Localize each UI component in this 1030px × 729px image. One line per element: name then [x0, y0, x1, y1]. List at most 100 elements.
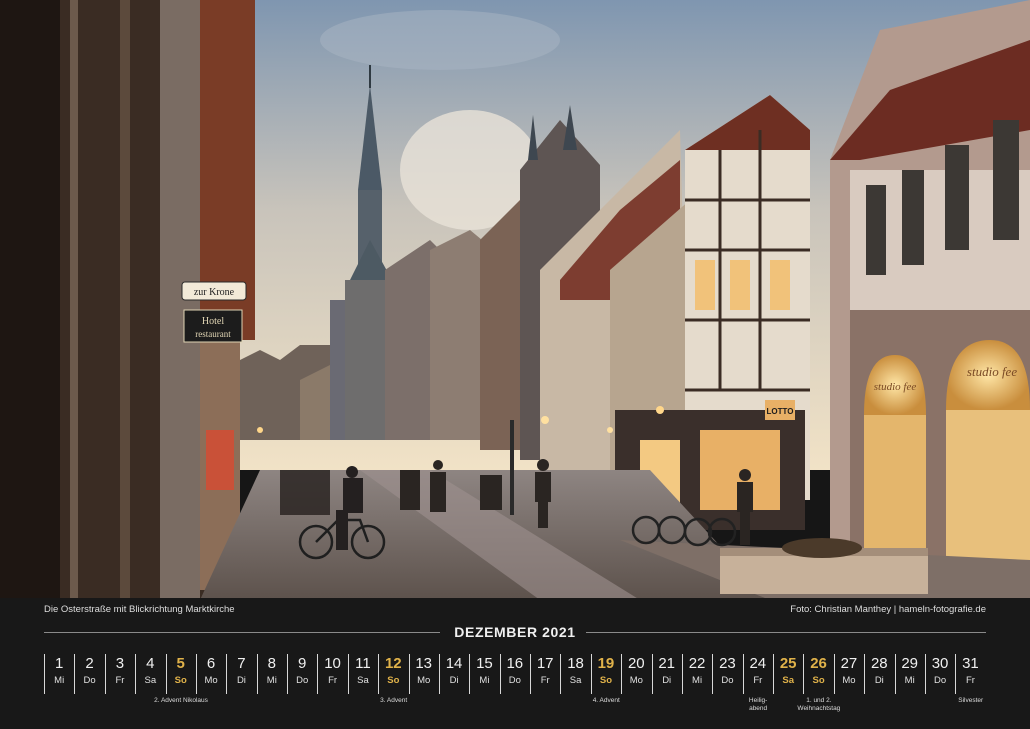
- day-number: 9: [298, 655, 307, 672]
- day-number: 2: [85, 655, 94, 672]
- hotel-sign-top: Hotel: [202, 316, 224, 327]
- day-separator: [44, 654, 45, 694]
- day-number: 19: [597, 655, 615, 672]
- day-weekday: Mi: [479, 675, 490, 686]
- day-separator: [226, 654, 228, 694]
- day-weekday: Do: [83, 675, 96, 686]
- day-note: 1. und 2. Weihnachtstag: [797, 697, 841, 712]
- month-rule-right: [586, 632, 986, 633]
- day-separator: [894, 654, 896, 694]
- day-weekday: Mi: [54, 675, 65, 686]
- day-cell: 8 Mi: [256, 651, 287, 695]
- day-weekday: Sa: [782, 675, 794, 686]
- day-cell: 6 Mo: [195, 651, 226, 695]
- day-separator: [195, 654, 197, 694]
- day-weekday: Mo: [629, 675, 643, 686]
- day-separator: [287, 654, 288, 694]
- day-weekday: Fr: [965, 675, 975, 686]
- day-separator: [803, 654, 805, 694]
- day-weekday: Do: [933, 675, 947, 686]
- month-header: DEZEMBER 2021: [44, 624, 986, 640]
- day-number: 8: [267, 655, 276, 672]
- day-weekday: Mo: [417, 675, 431, 686]
- street-photo: studio fee studio fee LOTTO zur Krone Ho…: [0, 0, 1030, 598]
- day-cell: 10 Fr: [317, 651, 347, 695]
- day-number: 13: [415, 655, 433, 672]
- day-separator: [317, 654, 319, 694]
- day-cell: 1 Mi: [44, 651, 74, 695]
- calendar-strip: Die Osterstraße mit Blickrichtung Marktk…: [0, 598, 1030, 729]
- day-number: 3: [115, 655, 125, 672]
- day-separator: [742, 654, 744, 694]
- day-weekday: Di: [662, 675, 672, 686]
- day-number: 29: [901, 655, 919, 672]
- day-number: 6: [206, 655, 216, 672]
- day-number: 15: [476, 655, 493, 672]
- day-separator: [408, 654, 410, 694]
- day-note: 2. Advent Nikolaus: [154, 697, 208, 704]
- day-separator: [833, 654, 835, 694]
- day-weekday: Mi: [266, 675, 277, 686]
- day-number: 30: [931, 655, 949, 672]
- photo-caption: Die Osterstraße mit Blickrichtung Marktk…: [44, 604, 235, 615]
- day-separator: [256, 654, 258, 694]
- day-weekday: Mi: [904, 675, 915, 686]
- day-number: 5: [176, 655, 185, 672]
- day-weekday: So: [174, 675, 187, 686]
- day-cell: 27 Mo: [833, 651, 864, 695]
- day-number: 14: [445, 655, 463, 672]
- day-cell: 16 Do: [499, 651, 530, 695]
- day-weekday: Di: [449, 675, 459, 686]
- day-weekday: Di: [874, 675, 884, 686]
- day-separator: [74, 654, 76, 694]
- shop-sign-1: studio fee: [874, 381, 917, 393]
- day-number: 25: [779, 655, 797, 672]
- day-number: 27: [840, 655, 858, 672]
- day-cell: 2 Do: [74, 651, 104, 695]
- day-cell: 17 Fr: [530, 651, 560, 695]
- day-cell: 26 So 1. und 2. Weihnachtstag: [797, 651, 840, 712]
- day-weekday: Sa: [357, 675, 369, 686]
- day-weekday: Mo: [204, 675, 218, 686]
- day-separator: [773, 654, 774, 694]
- day-separator: [681, 654, 683, 694]
- day-weekday: Sa: [569, 675, 582, 686]
- day-cell: 14 Di: [438, 651, 469, 695]
- day-weekday: Do: [508, 675, 521, 686]
- day-number: 4: [146, 655, 155, 672]
- day-separator: [135, 654, 137, 694]
- day-number: 23: [719, 655, 736, 672]
- day-note: 3. Advent: [380, 697, 408, 704]
- day-weekday: Fr: [540, 675, 550, 686]
- shop-sign-2: studio fee: [967, 364, 1017, 379]
- day-cell: 28 Di: [864, 651, 894, 695]
- day-separator: [712, 654, 714, 694]
- day-separator: [924, 654, 926, 694]
- day-cell: 12 So 3. Advent: [378, 651, 408, 704]
- day-separator: [530, 654, 531, 694]
- day-cell: 5 So 2. Advent Nikolaus: [154, 651, 208, 704]
- day-cell: 31 Fr Silvester: [955, 651, 985, 704]
- day-number: 10: [324, 655, 341, 672]
- day-separator: [469, 654, 471, 694]
- day-number: 28: [870, 655, 888, 672]
- day-note: Silvester: [958, 697, 984, 704]
- day-number: 18: [567, 655, 584, 672]
- day-weekday: So: [599, 675, 612, 686]
- day-cell: 24 Fr Heilig- abend: [742, 651, 773, 712]
- day-separator: [165, 654, 167, 694]
- krone-sign: zur Krone: [194, 287, 235, 298]
- day-number: 22: [688, 655, 706, 672]
- day-number: 11: [355, 655, 371, 672]
- day-cell: 15 Mi: [469, 651, 499, 695]
- day-weekday: So: [812, 675, 825, 686]
- day-cell: 3 Fr: [104, 651, 135, 695]
- day-separator: [499, 654, 501, 694]
- hotel-sign-bottom: restaurant: [195, 329, 231, 339]
- day-separator: [864, 654, 866, 694]
- day-cell: 20 Mo: [621, 651, 651, 695]
- day-separator: [347, 654, 349, 694]
- day-separator: [438, 654, 440, 694]
- day-weekday: Fr: [328, 675, 338, 686]
- day-weekday: Mo: [842, 675, 856, 686]
